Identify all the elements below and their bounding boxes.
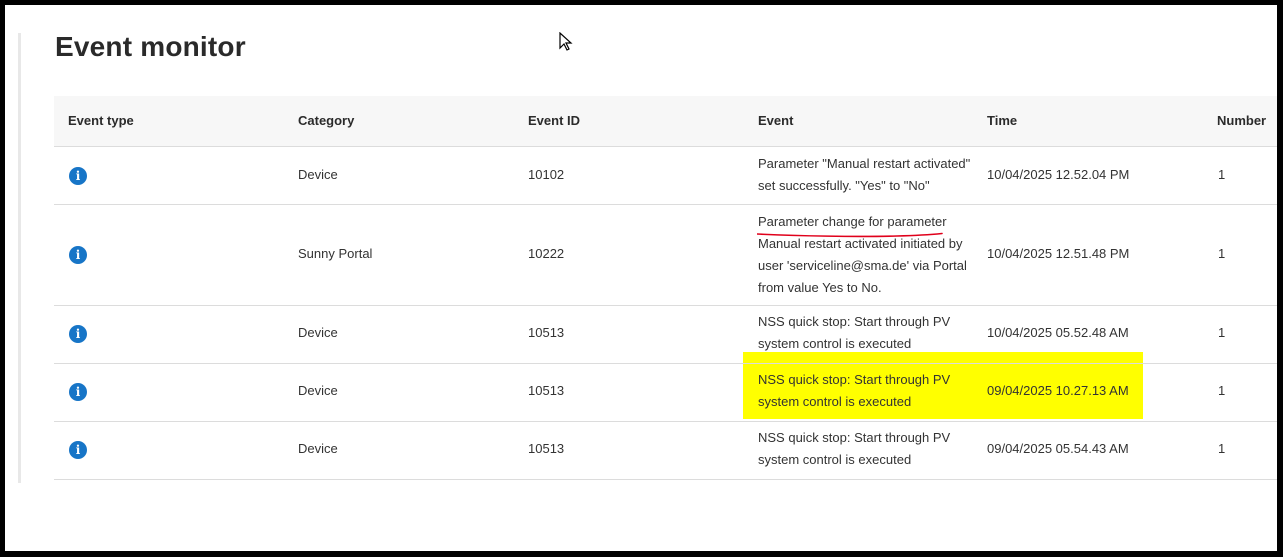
mouse-cursor-icon <box>559 32 573 51</box>
category-cell: Device <box>298 383 338 398</box>
number-cell: 1 <box>1218 325 1226 340</box>
event-line: user 'serviceline@sma.de' via Portal <box>758 258 967 273</box>
table-row[interactable]: i Device 10513 NSS quick stop: Start thr… <box>54 364 1277 422</box>
table-row[interactable]: i Device 10513 NSS quick stop: Start thr… <box>54 422 1277 480</box>
table-header: Event type Category Event ID Event Time … <box>54 96 1277 147</box>
event-line: Parameter "Manual restart activated" <box>758 156 971 171</box>
category-cell: Device <box>298 325 338 340</box>
event-table: Event type Category Event ID Event Time … <box>54 96 1277 480</box>
time-cell: 09/04/2025 05.54.43 AM <box>987 441 1129 456</box>
event-cell: Parameter change for parameter Manual re… <box>758 211 967 299</box>
event-id-cell: 10102 <box>528 167 565 182</box>
event-line: NSS quick stop: Start through PV <box>758 372 951 387</box>
number-cell: 1 <box>1218 383 1226 398</box>
time-cell: 09/04/2025 10.27.13 AM <box>987 383 1129 398</box>
table-row[interactable]: i Sunny Portal 10222 Parameter change fo… <box>54 205 1277 306</box>
header-event-type[interactable]: Event type <box>68 113 134 128</box>
event-cell: NSS quick stop: Start through PV system … <box>758 369 950 413</box>
event-line: system control is executed <box>758 394 912 409</box>
event-line: set successfully. "Yes" to "No" <box>758 178 930 193</box>
time-cell: 10/04/2025 12.52.04 PM <box>987 167 1130 182</box>
category-cell: Sunny Portal <box>298 246 373 261</box>
event-cell: NSS quick stop: Start through PV system … <box>758 427 950 471</box>
info-icon: i <box>69 246 87 264</box>
header-event[interactable]: Event <box>758 113 793 128</box>
category-cell: Device <box>298 167 338 182</box>
event-cell: Parameter "Manual restart activated" set… <box>758 153 970 197</box>
header-number[interactable]: Number <box>1217 113 1266 128</box>
event-cell: NSS quick stop: Start through PV system … <box>758 311 950 355</box>
info-icon: i <box>69 325 87 343</box>
table-row[interactable]: i Device 10102 Parameter "Manual restart… <box>54 147 1277 205</box>
category-cell: Device <box>298 441 338 456</box>
event-line: system control is executed <box>758 452 912 467</box>
number-cell: 1 <box>1218 246 1226 261</box>
page-title: Event monitor <box>55 31 246 62</box>
event-line: Parameter change for parameter <box>758 214 947 229</box>
number-cell: 1 <box>1218 167 1226 182</box>
event-id-cell: 10513 <box>528 325 565 340</box>
time-cell: 10/04/2025 12.51.48 PM <box>987 246 1130 261</box>
event-id-cell: 10513 <box>528 441 565 456</box>
time-cell: 10/04/2025 05.52.48 AM <box>987 325 1129 340</box>
info-icon: i <box>69 441 87 459</box>
event-line: NSS quick stop: Start through PV <box>758 314 951 329</box>
header-category[interactable]: Category <box>298 113 354 128</box>
table-row[interactable]: i Device 10513 NSS quick stop: Start thr… <box>54 306 1277 364</box>
event-line: NSS quick stop: Start through PV <box>758 430 951 445</box>
event-line: system control is executed <box>758 336 912 351</box>
header-time[interactable]: Time <box>987 113 1017 128</box>
number-cell: 1 <box>1218 441 1226 456</box>
app-window: Event monitor Event type Category Event … <box>5 5 1277 551</box>
info-icon: i <box>69 383 87 401</box>
header-event-id[interactable]: Event ID <box>528 113 580 128</box>
event-id-cell: 10222 <box>528 246 565 261</box>
red-underline-annotation <box>757 232 943 238</box>
info-icon: i <box>69 167 87 185</box>
event-line: from value Yes to No. <box>758 280 882 295</box>
event-id-cell: 10513 <box>528 383 565 398</box>
left-border <box>18 33 21 483</box>
